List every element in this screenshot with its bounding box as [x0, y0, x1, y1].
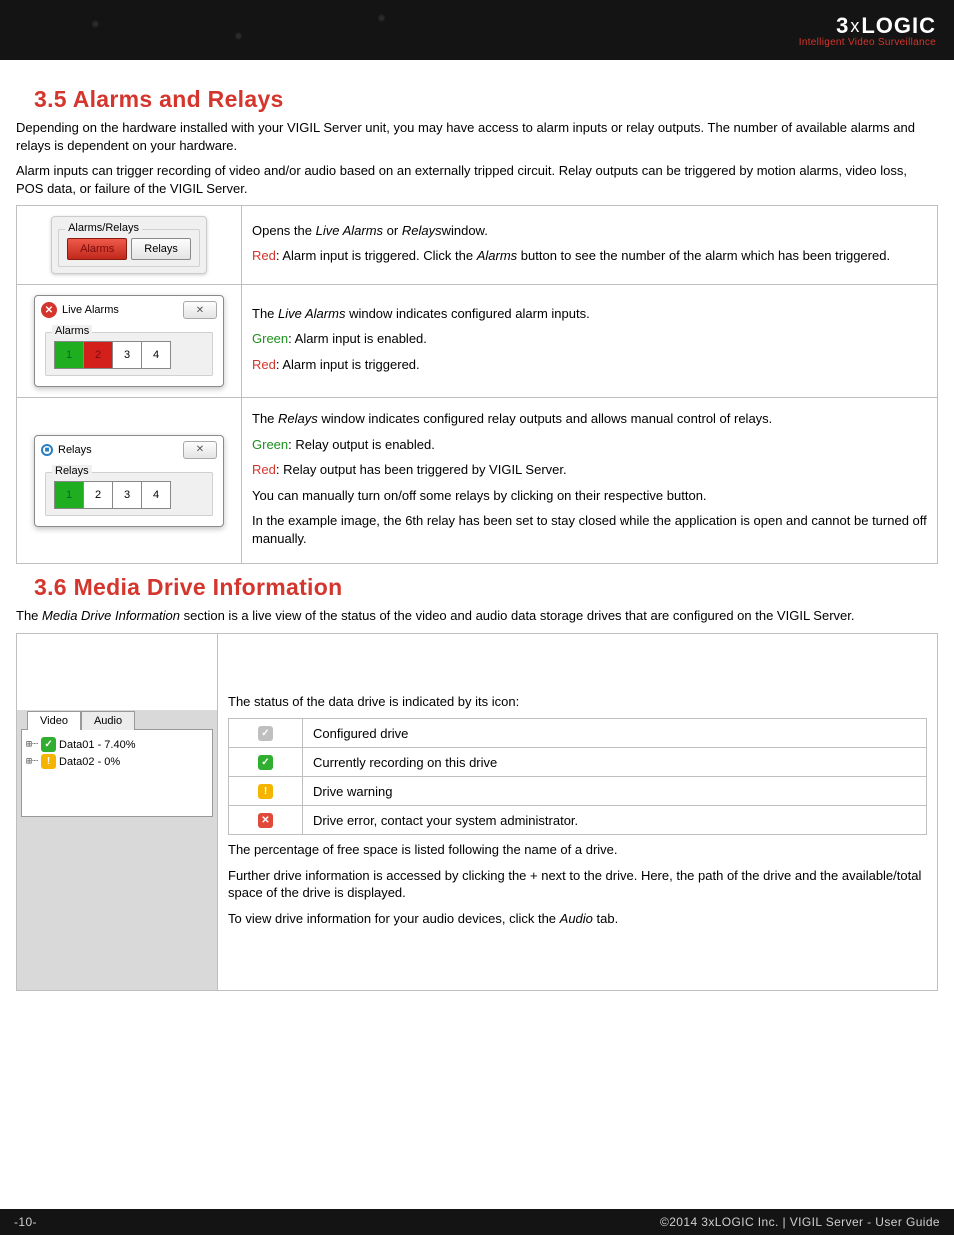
row3-line4: You can manually turn on/off some relays… [252, 487, 927, 505]
legend-label: Currently recording on this drive [303, 748, 927, 777]
drive-panel: Video Audio ⊞┈ ✓ Data01 - 7.40% [17, 710, 217, 990]
relays-button[interactable]: Relays [131, 238, 191, 260]
relay-status-icon: ■ [41, 444, 53, 456]
alarm-status-icon: ✕ [41, 302, 57, 318]
live-alarms-desc-cell: The Live Alarms window indicates configu… [242, 285, 938, 398]
close-button[interactable]: ✕ [183, 301, 217, 319]
alarm-slot-2[interactable]: 2 [83, 341, 113, 369]
relay-slot-1[interactable]: 1 [54, 481, 84, 509]
row1-line2: Red: Alarm input is triggered. Click the… [252, 247, 927, 265]
tab-audio[interactable]: Audio [81, 711, 135, 730]
window-titlebar: ■ Relays ✕ [35, 436, 223, 464]
section-36-heading: 3.6 Media Drive Information [34, 574, 938, 601]
page-number: -10- [14, 1215, 37, 1229]
table-row: ✕ Live Alarms ✕ Alarms 1 [17, 285, 938, 398]
drive-further-text: Further drive information is accessed by… [228, 867, 927, 902]
legend-row-error: ✕ Drive error, contact your system admin… [229, 806, 927, 835]
alarms-relays-table: Alarms/Relays Alarms Relays Opens the Li… [16, 205, 938, 564]
alarms-relays-widget-cell: Alarms/Relays Alarms Relays [17, 206, 242, 285]
table-row: Alarms/Relays Alarms Relays Opens the Li… [17, 206, 938, 285]
page-footer: -10- ©2014 3xLOGIC Inc. | VIGIL Server -… [0, 1209, 954, 1235]
section-35-p2: Alarm inputs can trigger recording of vi… [16, 162, 938, 197]
legend-row-recording: ✓ Currently recording on this drive [229, 748, 927, 777]
relays-desc-cell: The Relays window indicates configured r… [242, 398, 938, 564]
section-36-intro: The Media Drive Information section is a… [16, 607, 938, 625]
live-alarms-window: ✕ Live Alarms ✕ Alarms 1 [34, 295, 224, 387]
row3-line2: Green: Relay output is enabled. [252, 436, 927, 454]
alarms-button[interactable]: Alarms [67, 238, 127, 260]
alarms-relays-desc-cell: Opens the Live Alarms or Relayswindow. R… [242, 206, 938, 285]
drive-status-legend: ✓ Configured drive ✓ Currently recording… [228, 718, 927, 835]
drive-panel-cell: Video Audio ⊞┈ ✓ Data01 - 7.40% [17, 634, 218, 991]
relays-widget-cell: ■ Relays ✕ Relays 1 2 [17, 398, 242, 564]
logo-pre: 3 [836, 13, 849, 38]
alarms-relays-fieldset: Alarms/Relays Alarms Relays [58, 229, 200, 267]
page-content: 3.5 Alarms and Relays Depending on the h… [0, 60, 954, 1209]
tab-video[interactable]: Video [27, 711, 81, 730]
legend-label: Configured drive [303, 719, 927, 748]
configured-drive-icon: ✓ [258, 726, 273, 741]
alarms-relays-widget: Alarms/Relays Alarms Relays [51, 216, 207, 274]
row3-line5: In the example image, the 6th relay has … [252, 512, 927, 547]
live-alarms-widget-cell: ✕ Live Alarms ✕ Alarms 1 [17, 285, 242, 398]
logo-tagline: Intelligent Video Surveillance [799, 37, 936, 48]
row3-line3: Red: Relay output has been triggered by … [252, 461, 927, 479]
legend-label: Drive error, contact your system adminis… [303, 806, 927, 835]
drive1-label: Data01 - 7.40% [59, 739, 135, 751]
warning-drive-icon: ! [258, 784, 273, 799]
logo-post: LOGIC [861, 13, 936, 38]
table-row: ■ Relays ✕ Relays 1 2 [17, 398, 938, 564]
alarm-slot-3[interactable]: 3 [112, 341, 142, 369]
drive-row-1[interactable]: ⊞┈ ✓ Data01 - 7.40% [26, 736, 208, 753]
relay-slot-3[interactable]: 3 [112, 481, 142, 509]
fieldset-legend: Relays [52, 465, 92, 477]
logo-text: 3xLOGIC [799, 13, 936, 39]
row2-line1: The Live Alarms window indicates configu… [252, 305, 927, 323]
drive-audio-text: To view drive information for your audio… [228, 910, 927, 928]
recording-drive-icon: ✓ [258, 755, 273, 770]
row1-line1: Opens the Live Alarms or Relayswindow. [252, 222, 927, 240]
section-35-heading: 3.5 Alarms and Relays [34, 86, 938, 113]
drive-tab-body: ⊞┈ ✓ Data01 - 7.40% ⊞┈ ! Data02 - 0% [21, 729, 213, 817]
tree-expand-icon[interactable]: ⊞┈ [26, 756, 38, 767]
relays-fieldset: Relays 1 2 3 4 [45, 472, 213, 516]
alarm-slot-4[interactable]: 4 [141, 341, 171, 369]
drive-status-warning-icon: ! [41, 754, 56, 769]
error-drive-icon: ✕ [258, 813, 273, 828]
section-35-p1: Depending on the hardware installed with… [16, 119, 938, 154]
legend-row-configured: ✓ Configured drive [229, 719, 927, 748]
fieldset-legend: Alarms/Relays [65, 222, 142, 234]
window-title: Live Alarms [62, 304, 119, 316]
drive-status-intro: The status of the data drive is indicate… [228, 693, 927, 711]
brand-logo: 3xLOGIC Intelligent Video Surveillance [799, 13, 936, 48]
window-titlebar: ✕ Live Alarms ✕ [35, 296, 223, 324]
window-title: Relays [58, 444, 92, 456]
relay-slot-2[interactable]: 2 [83, 481, 113, 509]
row2-line3: Red: Alarm input is triggered. [252, 356, 927, 374]
drive-pct-text: The percentage of free space is listed f… [228, 841, 927, 859]
drive-desc-cell: The status of the data drive is indicate… [218, 634, 938, 991]
legend-label: Drive warning [303, 777, 927, 806]
drive2-label: Data02 - 0% [59, 756, 120, 768]
legend-row-warning: ! Drive warning [229, 777, 927, 806]
row2-line2: Green: Alarm input is enabled. [252, 330, 927, 348]
fieldset-legend: Alarms [52, 325, 92, 337]
relay-slot-4[interactable]: 4 [141, 481, 171, 509]
page-header: 3xLOGIC Intelligent Video Surveillance [0, 0, 954, 60]
alarm-slot-1[interactable]: 1 [54, 341, 84, 369]
alarms-fieldset: Alarms 1 2 3 4 [45, 332, 213, 376]
close-button[interactable]: ✕ [183, 441, 217, 459]
tree-expand-icon[interactable]: ⊞┈ [26, 739, 38, 750]
drive-row-2[interactable]: ⊞┈ ! Data02 - 0% [26, 753, 208, 770]
row3-line1: The Relays window indicates configured r… [252, 410, 927, 428]
media-drive-table: Video Audio ⊞┈ ✓ Data01 - 7.40% [16, 633, 938, 991]
logo-x: x [850, 16, 860, 36]
relays-window: ■ Relays ✕ Relays 1 2 [34, 435, 224, 527]
footer-credits: ©2014 3xLOGIC Inc. | VIGIL Server - User… [660, 1215, 940, 1229]
drive-status-recording-icon: ✓ [41, 737, 56, 752]
table-row: Video Audio ⊞┈ ✓ Data01 - 7.40% [17, 634, 938, 991]
